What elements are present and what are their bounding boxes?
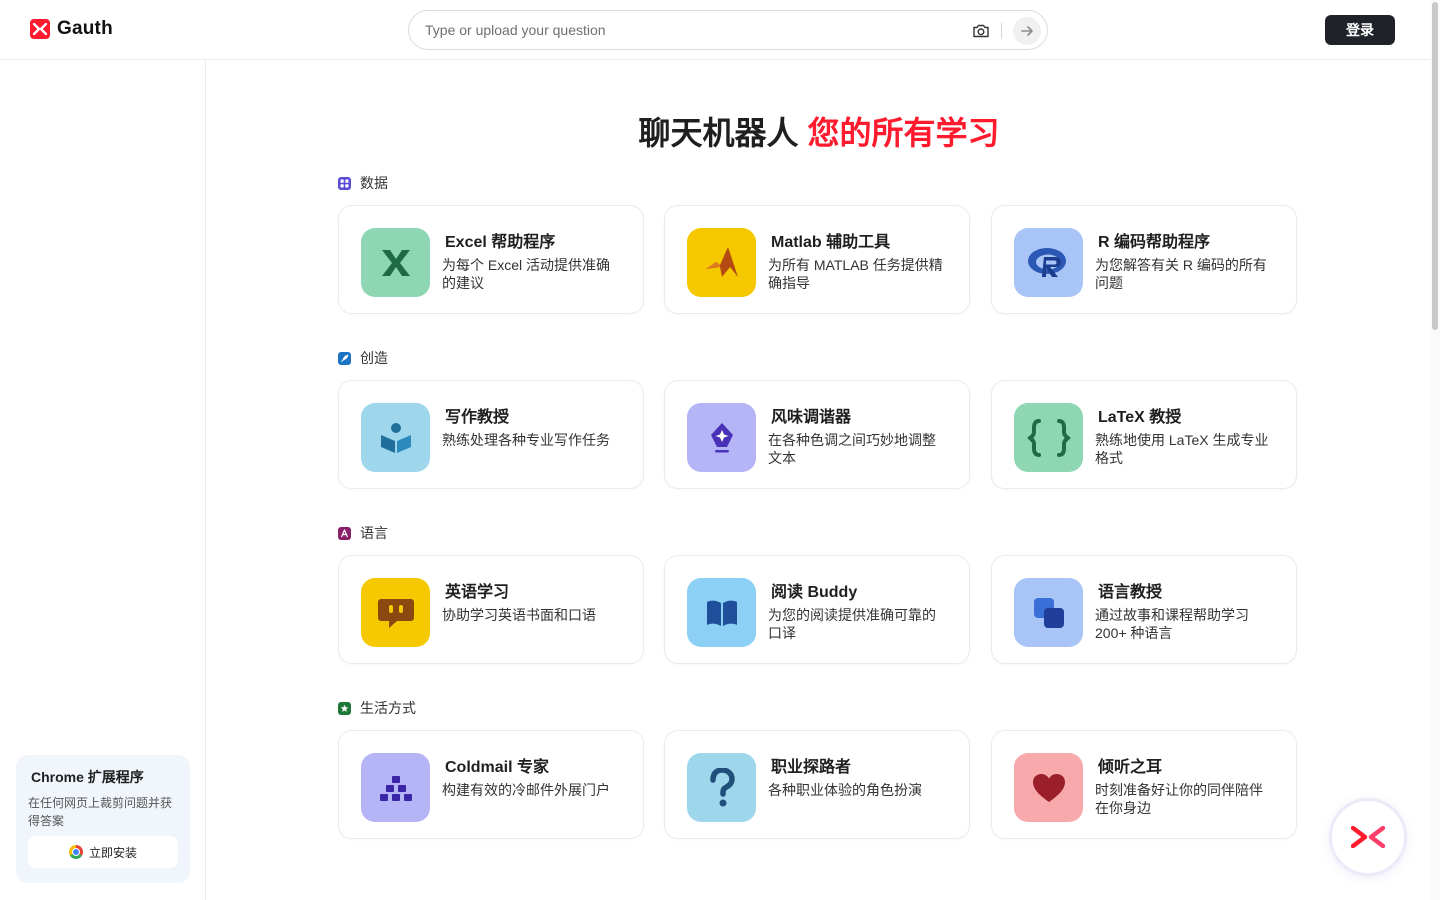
feather-icon — [338, 351, 351, 365]
assistant-card-tone[interactable]: 风味调谐器 在各种色调之间巧妙地调整文本 — [664, 380, 970, 489]
top-header: Gauth 登录 — [0, 0, 1430, 60]
matlab-icon — [687, 228, 756, 297]
card-title: 语言教授 — [1098, 584, 1163, 601]
card-title: 阅读 Buddy — [771, 584, 858, 601]
floating-assistant-button[interactable] — [1329, 798, 1407, 876]
section-label-lifestyle: 生活方式 — [338, 698, 416, 718]
title-primary: 聊天机器人 — [638, 115, 808, 151]
brand-name: Gauth — [57, 18, 113, 39]
section-label-data: 数据 — [338, 173, 388, 193]
extension-title: Chrome 扩展程序 — [31, 769, 144, 785]
gauth-fab-icon — [1351, 826, 1385, 848]
card-title: Matlab 辅助工具 — [771, 234, 891, 251]
card-title: 风味调谐器 — [771, 409, 852, 426]
card-description: 通过故事和课程帮助学习 200+ 种语言 — [1095, 607, 1249, 641]
install-label: 立即安装 — [88, 845, 137, 860]
assistant-card-career[interactable]: 职业探路者 各种职业体验的角色扮演 — [664, 730, 970, 839]
extension-description: 在任何网页上裁剪问题并获得答案 — [28, 796, 173, 828]
assistant-card-language-professor[interactable]: 语言教授 通过故事和课程帮助学习 200+ 种语言 — [991, 555, 1297, 664]
assistant-card-english[interactable]: 英语学习 协助学习英语书面和口语 — [338, 555, 644, 664]
grid-icon — [338, 176, 351, 190]
braces-icon — [1014, 403, 1083, 472]
star-icon — [338, 701, 351, 715]
assistant-card-r[interactable]: R 编码帮助程序 为您解答有关 R 编码的所有问题 — [991, 205, 1297, 314]
card-description: 熟练处理各种专业写作任务 — [442, 432, 610, 448]
book-icon — [687, 578, 756, 647]
card-description: 在各种色调之间巧妙地调整文本 — [768, 432, 936, 466]
r-icon — [1014, 228, 1083, 297]
card-title: LaTeX 教授 — [1098, 409, 1182, 426]
scrollbar-thumb[interactable] — [1432, 2, 1438, 330]
assistant-card-excel[interactable]: Excel 帮助程序 为每个 Excel 活动提供准确的建议 — [338, 205, 644, 314]
question-icon — [687, 753, 756, 822]
card-title: 写作教授 — [445, 409, 510, 426]
install-extension-button[interactable]: 立即安装 — [28, 836, 178, 868]
search-divider — [1001, 23, 1002, 39]
section-title: 生活方式 — [360, 700, 416, 716]
assistant-card-writing[interactable]: 写作教授 熟练处理各种专业写作任务 — [338, 380, 644, 489]
assistant-card-coldmail[interactable]: Coldmail 专家 构建有效的冷邮件外展门户 — [338, 730, 644, 839]
card-description: 熟练地使用 LaTeX 生成专业格式 — [1095, 432, 1269, 466]
reader-icon — [361, 403, 430, 472]
section-title: 数据 — [360, 175, 388, 191]
card-title: Excel 帮助程序 — [445, 234, 556, 251]
layers-icon — [1014, 578, 1083, 647]
card-description: 各种职业体验的角色扮演 — [768, 782, 922, 798]
card-description: 协助学习英语书面和口语 — [442, 607, 596, 623]
search-bar — [408, 10, 1048, 50]
assistant-card-matlab[interactable]: Matlab 辅助工具 为所有 MATLAB 任务提供精确指导 — [664, 205, 970, 314]
card-description: 为您解答有关 R 编码的所有问题 — [1095, 257, 1267, 291]
card-title: R 编码帮助程序 — [1098, 234, 1211, 251]
submit-button[interactable] — [1013, 17, 1041, 45]
pyramid-icon — [361, 753, 430, 822]
section-title: 语言 — [360, 525, 388, 541]
section-label-create: 创造 — [338, 348, 388, 368]
login-button[interactable]: 登录 — [1325, 15, 1395, 45]
card-title: 英语学习 — [445, 584, 510, 601]
assistant-card-latex[interactable]: LaTeX 教授 熟练地使用 LaTeX 生成专业格式 — [991, 380, 1297, 489]
card-description: 为所有 MATLAB 任务提供精确指导 — [768, 257, 943, 291]
heart-icon — [1014, 753, 1083, 822]
letter-a-icon — [338, 526, 351, 540]
logo[interactable]: Gauth — [30, 18, 113, 40]
pen-nib-icon — [687, 403, 756, 472]
left-sidebar: Chrome 扩展程序 在任何网页上裁剪问题并获得答案 立即安装 — [0, 60, 206, 900]
page-scrollbar[interactable] — [1430, 0, 1440, 900]
chrome-extension-card: Chrome 扩展程序 在任何网页上裁剪问题并获得答案 立即安装 — [16, 755, 190, 883]
card-title: 职业探路者 — [771, 759, 852, 776]
card-description: 为每个 Excel 活动提供准确的建议 — [442, 257, 611, 291]
search-input[interactable] — [425, 11, 945, 49]
assistant-card-reading[interactable]: 阅读 Buddy 为您的阅读提供准确可靠的口译 — [664, 555, 970, 664]
card-title: 倾听之耳 — [1098, 759, 1163, 776]
card-description: 构建有效的冷邮件外展门户 — [442, 782, 610, 798]
section-label-language: 语言 — [338, 523, 388, 543]
card-description: 为您的阅读提供准确可靠的口译 — [768, 607, 936, 641]
chrome-icon — [68, 845, 83, 859]
section-title: 创造 — [360, 350, 388, 366]
card-title: Coldmail 专家 — [445, 759, 550, 776]
excel-icon — [361, 228, 430, 297]
card-description: 时刻准备好让你的同伴陪伴在你身边 — [1095, 782, 1263, 816]
page-title: 聊天机器人 您的所有学习 — [206, 108, 1432, 154]
gauth-logo-icon — [30, 19, 50, 39]
camera-icon[interactable] — [971, 21, 991, 41]
speech-bubble-icon — [361, 578, 430, 647]
arrow-right-icon — [1021, 26, 1033, 36]
title-accent: 您的所有学习 — [807, 115, 1000, 151]
assistant-card-listener[interactable]: 倾听之耳 时刻准备好让你的同伴陪伴在你身边 — [991, 730, 1297, 839]
